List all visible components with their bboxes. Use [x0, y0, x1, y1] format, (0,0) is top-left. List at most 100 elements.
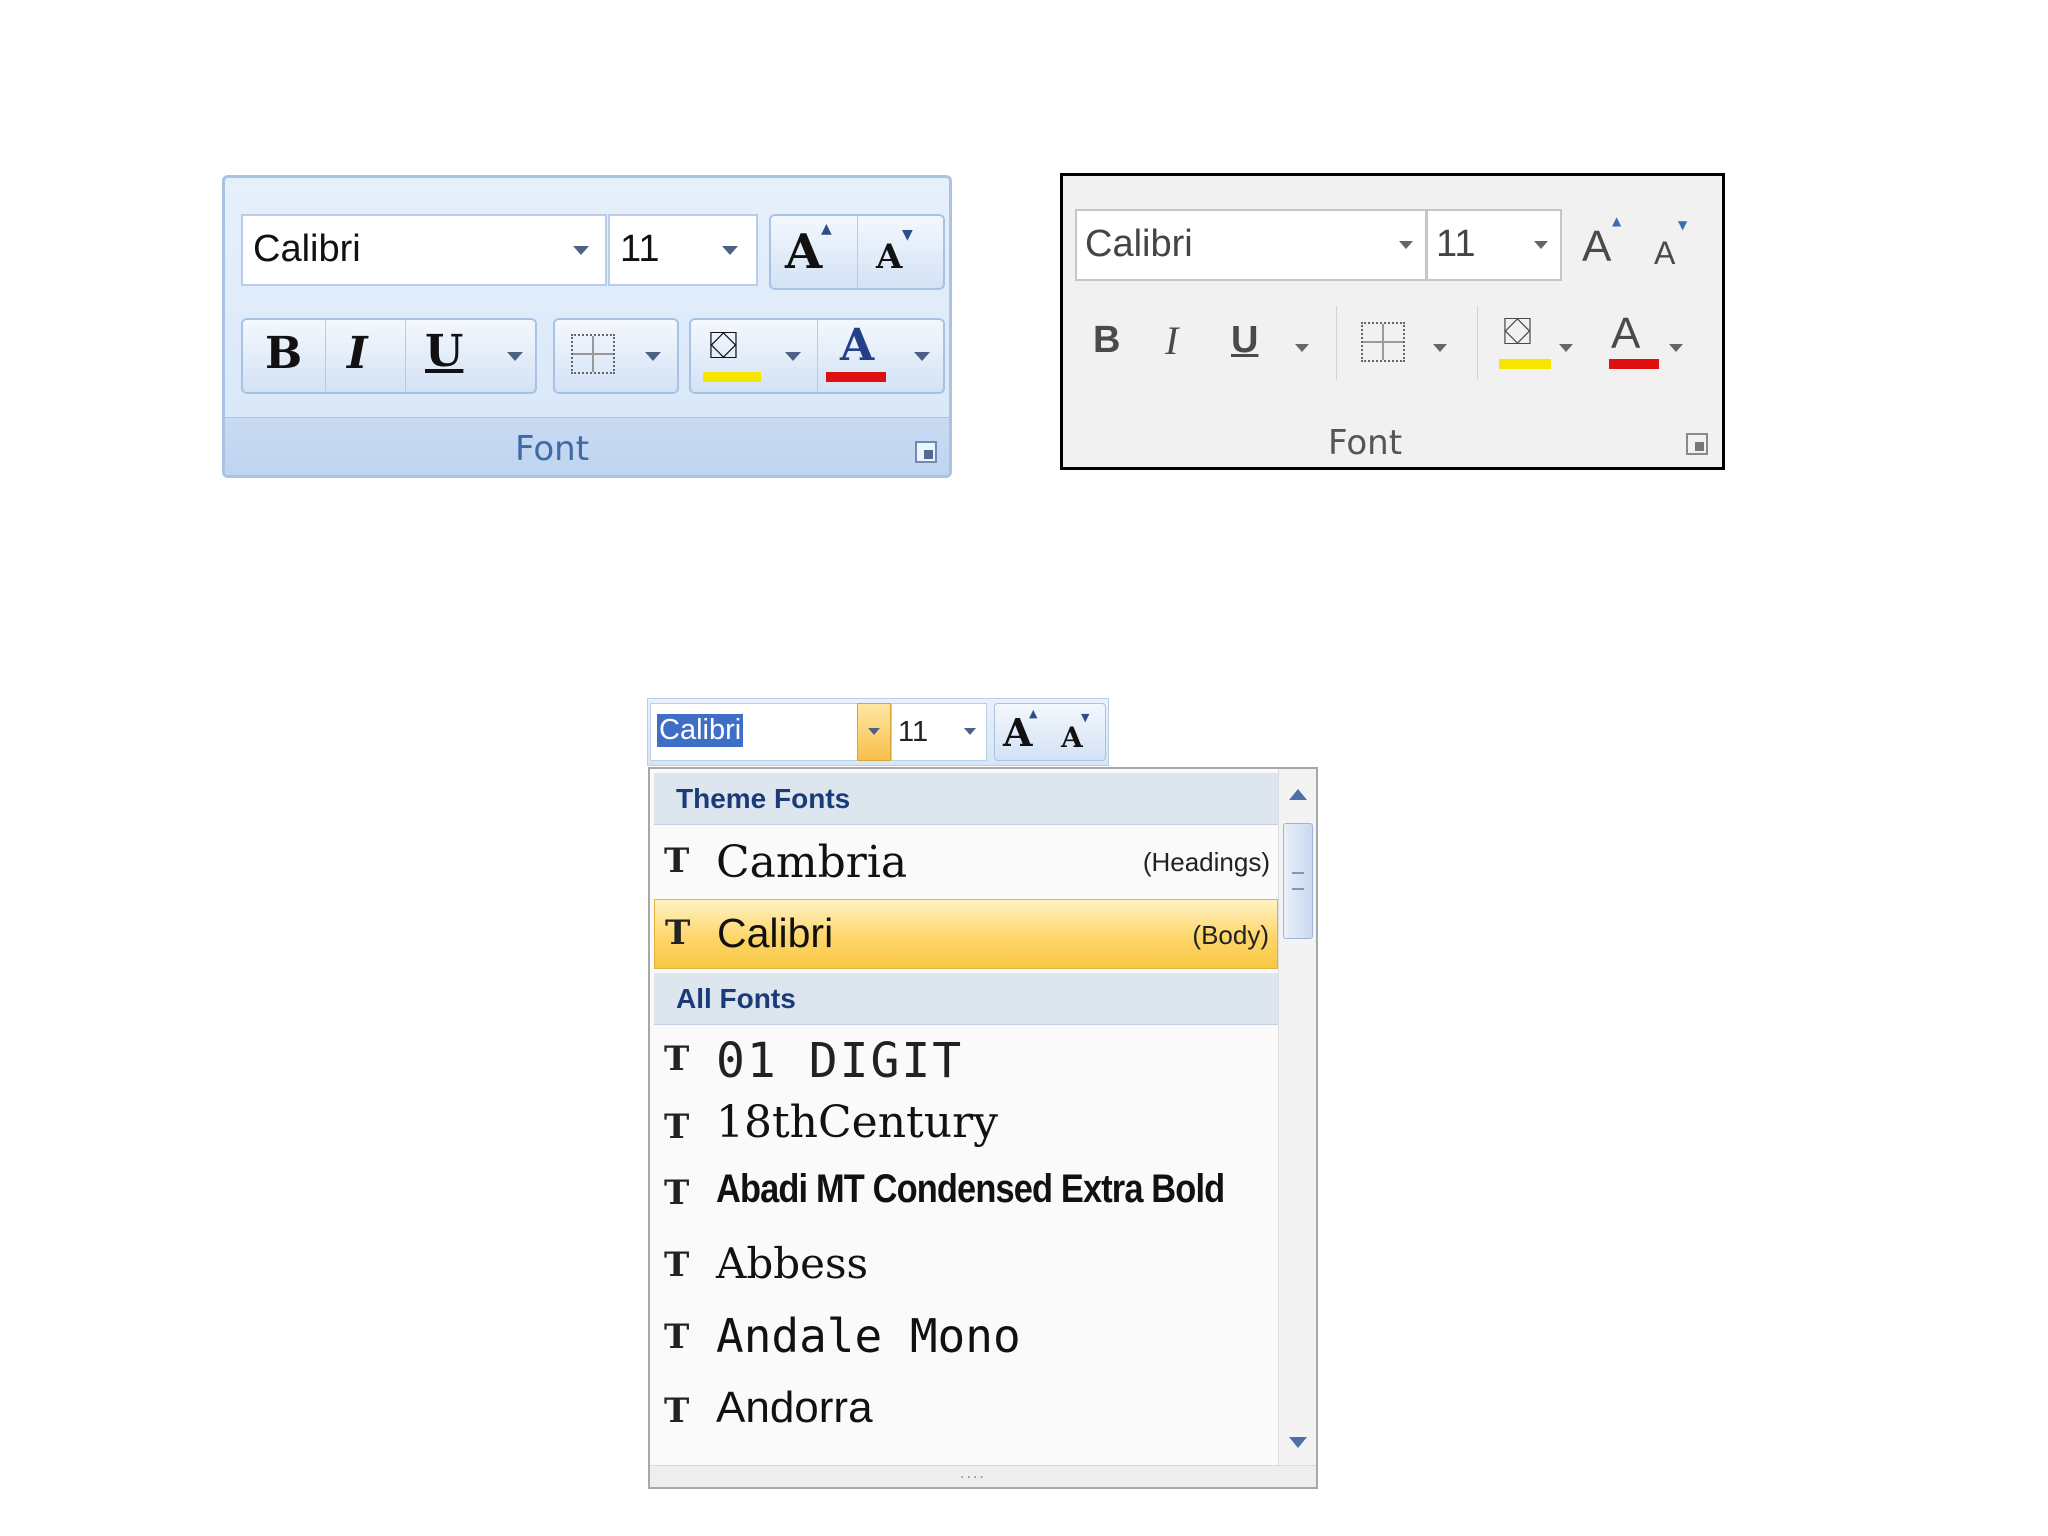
triangle-up-icon: ▲	[1029, 707, 1038, 720]
scroll-down-icon[interactable]	[1289, 1437, 1307, 1448]
font-name-value: Calibri	[1085, 223, 1193, 265]
chevron-down-icon[interactable]	[1433, 344, 1447, 352]
highlight-button[interactable]: ⛋	[691, 320, 817, 392]
font-item-name: 18thCentury	[716, 1097, 998, 1148]
chevron-down-icon[interactable]	[1534, 241, 1548, 249]
font-color-bar	[1609, 359, 1659, 369]
font-item-andorra[interactable]: T Andorra	[654, 1377, 1278, 1449]
font-item-name: Cambria	[716, 837, 908, 888]
font-size-combo[interactable]: 11	[608, 214, 758, 286]
chevron-down-icon[interactable]	[785, 352, 801, 361]
paint-bucket-icon[interactable]: ⛋	[1503, 312, 1532, 350]
font-color-icon: A	[840, 320, 875, 371]
underline-button[interactable]: U	[1231, 321, 1258, 359]
font-size-combo[interactable]: 11	[1426, 209, 1562, 281]
font-item-note: (Headings)	[1142, 847, 1270, 877]
bold-button[interactable]: B	[265, 332, 302, 376]
shrink-font-button[interactable]: A ▼	[1648, 209, 1708, 281]
italic-button[interactable]: I	[1165, 321, 1178, 361]
section-title: All Fonts	[676, 983, 796, 1014]
highlight-color-bar	[1499, 359, 1551, 369]
dialog-launcher-icon[interactable]	[915, 441, 937, 463]
font-item-abadi[interactable]: T Abadi MT Condensed Extra Bold	[654, 1157, 1278, 1229]
grow-font-button[interactable]: A ▲	[995, 704, 1051, 760]
truetype-icon: T	[664, 841, 690, 881]
font-name-combo[interactable]: Calibri	[1075, 209, 1427, 281]
scroll-up-icon[interactable]	[1289, 789, 1307, 800]
shrink-font-button[interactable]: A ▼	[1051, 704, 1107, 760]
font-item-01-digit[interactable]: T 01 DIGIT	[654, 1031, 1278, 1093]
triangle-down-icon: ▼	[902, 227, 913, 243]
truetype-icon: T	[665, 913, 691, 953]
shrink-font-icon: A	[876, 237, 903, 277]
mini-font-toolbar: Calibri 11 A ▲ A ▼	[647, 698, 1109, 766]
shrink-font-icon: A	[1061, 721, 1083, 754]
truetype-icon: T	[664, 1391, 690, 1431]
triangle-down-icon: ▼	[1081, 711, 1090, 724]
font-color-icon[interactable]: A	[1611, 312, 1640, 356]
border-icon[interactable]	[1361, 322, 1405, 362]
font-item-abbess[interactable]: T Abbess	[654, 1231, 1278, 1301]
triangle-up-icon: ▲	[821, 221, 832, 237]
paint-bucket-icon: ⛋	[709, 323, 738, 367]
font-item-name: Abadi MT Condensed Extra Bold	[716, 1167, 1225, 1211]
chevron-down-icon[interactable]	[507, 352, 523, 361]
vertical-scrollbar[interactable]	[1278, 769, 1316, 1469]
theme-fonts-header: Theme Fonts	[654, 773, 1278, 825]
truetype-icon: T	[664, 1317, 690, 1357]
font-list: Theme Fonts T Cambria (Headings) T Calib…	[648, 767, 1318, 1489]
resize-grip[interactable]: ....	[650, 1465, 1316, 1487]
chevron-down-icon[interactable]	[645, 352, 661, 361]
font-size-combo[interactable]: 11	[891, 703, 987, 761]
chevron-down-icon[interactable]	[573, 246, 589, 255]
border-icon	[571, 334, 615, 374]
font-size-value: 11	[620, 228, 660, 270]
all-fonts-header: All Fonts	[654, 973, 1278, 1025]
ribbon-font-group-flat: Calibri 11 A ▲ A ▼ B I U ⛋ A Font	[1060, 173, 1725, 470]
grip-dots-icon: ....	[960, 1466, 986, 1482]
font-item-calibri[interactable]: T Calibri (Body)	[654, 899, 1278, 969]
font-item-andale-mono[interactable]: T Andale Mono	[654, 1303, 1278, 1375]
format-buttons-group: B I U	[241, 318, 537, 394]
font-name-combo[interactable]: Calibri	[241, 214, 607, 286]
truetype-icon: T	[664, 1245, 690, 1285]
chevron-down-icon	[868, 728, 880, 735]
truetype-icon: T	[664, 1107, 690, 1147]
font-name-value: Calibri	[253, 228, 361, 270]
chevron-down-icon[interactable]	[1399, 241, 1413, 249]
font-name-combo[interactable]: Calibri	[650, 703, 858, 761]
grow-font-button[interactable]: A ▲	[1578, 209, 1638, 281]
font-item-18thcentury[interactable]: T 18thCentury	[654, 1093, 1278, 1155]
section-title: Theme Fonts	[676, 783, 851, 814]
dialog-launcher-icon[interactable]	[1686, 433, 1708, 455]
group-label: Font	[1328, 423, 1403, 463]
borders-button[interactable]	[553, 318, 679, 394]
font-item-name: Andale Mono	[716, 1309, 1021, 1363]
chevron-down-icon[interactable]	[722, 246, 738, 255]
color-buttons-group: ⛋ A	[689, 318, 945, 394]
chevron-down-icon[interactable]	[964, 728, 976, 735]
font-dropdown-button[interactable]	[857, 703, 891, 761]
font-item-cambria[interactable]: T Cambria (Headings)	[654, 827, 1278, 897]
ribbon-font-group-2007: Calibri 11 A ▲ A ▼ B I U ⛋ A Font	[222, 175, 952, 478]
shrink-font-icon: A	[1654, 235, 1676, 271]
grow-font-button[interactable]: A ▲	[771, 216, 857, 288]
group-label: Font	[515, 429, 590, 469]
chevron-down-icon[interactable]	[1559, 344, 1573, 352]
italic-button[interactable]: I	[347, 332, 368, 376]
chevron-down-icon[interactable]	[1669, 344, 1683, 352]
font-color-button[interactable]: A	[818, 320, 944, 392]
chevron-down-icon[interactable]	[1295, 344, 1309, 352]
font-item-note: (Body)	[1192, 920, 1269, 950]
grow-font-icon: A	[1582, 222, 1612, 271]
bold-button[interactable]: B	[1093, 321, 1120, 359]
grow-font-icon: A	[785, 224, 823, 280]
chevron-down-icon[interactable]	[914, 352, 930, 361]
underline-button[interactable]: U	[425, 330, 463, 374]
font-size-value: 11	[1436, 223, 1476, 265]
scroll-thumb[interactable]	[1283, 823, 1313, 939]
shrink-font-button[interactable]: A ▼	[858, 216, 944, 288]
font-item-name: 01 DIGIT	[716, 1033, 964, 1089]
truetype-icon: T	[664, 1039, 690, 1079]
font-item-name: Abbess	[716, 1239, 869, 1288]
